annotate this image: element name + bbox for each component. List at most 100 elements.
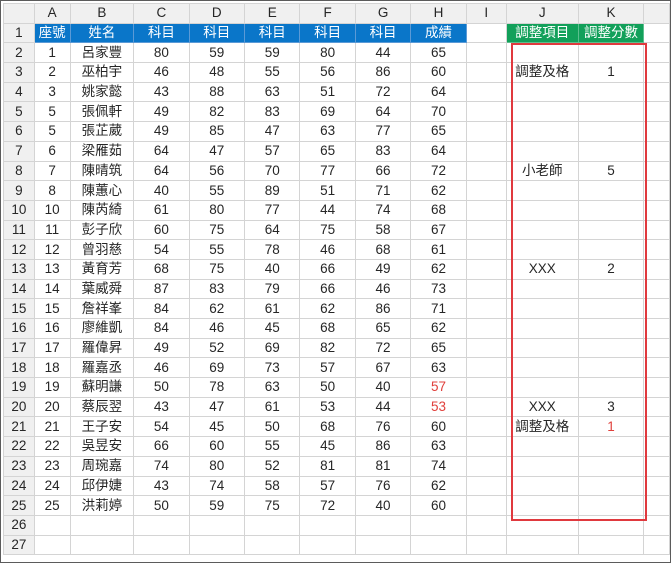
score-cell[interactable]: 69: [244, 337, 301, 359]
select-all-corner[interactable]: [3, 3, 35, 24]
cell[interactable]: [643, 377, 670, 398]
cell[interactable]: [643, 495, 670, 516]
seat-cell[interactable]: 22: [33, 436, 71, 457]
cell[interactable]: [643, 534, 670, 556]
adjust-points-cell[interactable]: [577, 42, 645, 64]
seat-cell[interactable]: 13: [33, 258, 71, 280]
score-cell[interactable]: 63: [244, 81, 301, 103]
name-cell[interactable]: 彭子欣: [69, 219, 135, 241]
name-cell[interactable]: 梁雁茹: [69, 140, 135, 162]
score-cell[interactable]: 85: [188, 121, 246, 142]
adjust-points-cell[interactable]: 1: [577, 416, 645, 438]
row-header[interactable]: 20: [3, 396, 35, 418]
adjust-item-cell[interactable]: 調整及格: [505, 416, 579, 438]
final-score-cell[interactable]: 61: [410, 239, 467, 260]
adjust-item-cell[interactable]: [505, 81, 579, 103]
adjust-item-cell[interactable]: 調整及格: [505, 62, 579, 83]
cell[interactable]: [69, 534, 135, 556]
cell[interactable]: [505, 514, 579, 536]
cell[interactable]: [465, 357, 507, 379]
score-cell[interactable]: 40: [133, 180, 190, 201]
adjust-item-cell[interactable]: [505, 239, 579, 260]
adjust-item-cell[interactable]: [505, 180, 579, 201]
score-cell[interactable]: 44: [354, 42, 412, 64]
score-cell[interactable]: 67: [354, 357, 412, 379]
name-cell[interactable]: 王子安: [69, 416, 135, 438]
score-cell[interactable]: 48: [188, 62, 246, 83]
score-cell[interactable]: 80: [299, 42, 356, 64]
header-subject-cell[interactable]: 科目: [354, 22, 412, 44]
column-header-F[interactable]: F: [299, 3, 356, 24]
cell[interactable]: [133, 534, 190, 556]
score-cell[interactable]: 77: [244, 199, 301, 221]
score-cell[interactable]: 66: [299, 258, 356, 280]
score-cell[interactable]: 87: [133, 278, 190, 300]
score-cell[interactable]: 60: [133, 219, 190, 241]
row-header[interactable]: 9: [3, 180, 35, 201]
score-cell[interactable]: 43: [133, 81, 190, 103]
score-cell[interactable]: 51: [299, 180, 356, 201]
cell[interactable]: [643, 42, 670, 64]
row-header[interactable]: 18: [3, 357, 35, 379]
score-cell[interactable]: 40: [244, 258, 301, 280]
cell[interactable]: [643, 62, 670, 83]
cell[interactable]: [465, 81, 507, 103]
score-cell[interactable]: 58: [244, 475, 301, 497]
score-cell[interactable]: 46: [133, 357, 190, 379]
row-header[interactable]: 6: [3, 121, 35, 142]
adjust-item-cell[interactable]: [505, 298, 579, 319]
score-cell[interactable]: 66: [299, 278, 356, 300]
score-cell[interactable]: 61: [244, 298, 301, 319]
final-score-cell[interactable]: 65: [410, 42, 467, 64]
cell[interactable]: [465, 396, 507, 418]
adjust-points-cell[interactable]: [577, 278, 645, 300]
seat-cell[interactable]: 19: [33, 377, 71, 398]
score-cell[interactable]: 68: [354, 239, 412, 260]
score-cell[interactable]: 74: [188, 475, 246, 497]
final-score-cell[interactable]: 53: [410, 396, 467, 418]
cell[interactable]: [465, 298, 507, 319]
score-cell[interactable]: 55: [244, 62, 301, 83]
header-adjust-item-cell[interactable]: 調整項目: [505, 22, 579, 44]
adjust-points-cell[interactable]: [577, 318, 645, 339]
score-cell[interactable]: 80: [188, 199, 246, 221]
cell[interactable]: [465, 455, 507, 477]
cell[interactable]: [410, 534, 467, 556]
column-header-C[interactable]: C: [133, 3, 190, 24]
score-cell[interactable]: 74: [354, 199, 412, 221]
cell[interactable]: [244, 514, 301, 536]
column-header-I[interactable]: I: [465, 3, 507, 24]
column-header-B[interactable]: B: [69, 3, 135, 24]
score-cell[interactable]: 50: [133, 377, 190, 398]
cell[interactable]: [643, 357, 670, 379]
score-cell[interactable]: 66: [133, 436, 190, 457]
cell[interactable]: [643, 239, 670, 260]
name-cell[interactable]: 詹祥峯: [69, 298, 135, 319]
cell[interactable]: [465, 62, 507, 83]
adjust-item-cell[interactable]: [505, 377, 579, 398]
score-cell[interactable]: 46: [299, 239, 356, 260]
row-header[interactable]: 21: [3, 416, 35, 438]
seat-cell[interactable]: 8: [33, 180, 71, 201]
score-cell[interactable]: 77: [354, 121, 412, 142]
seat-cell[interactable]: 10: [33, 199, 71, 221]
final-score-cell[interactable]: 73: [410, 278, 467, 300]
adjust-item-cell[interactable]: [505, 455, 579, 477]
adjust-points-cell[interactable]: [577, 180, 645, 201]
cell[interactable]: [577, 514, 645, 536]
row-header[interactable]: 27: [3, 534, 35, 556]
score-cell[interactable]: 46: [133, 62, 190, 83]
name-cell[interactable]: 羅偉昇: [69, 337, 135, 359]
adjust-points-cell[interactable]: [577, 121, 645, 142]
score-cell[interactable]: 55: [244, 436, 301, 457]
name-cell[interactable]: 曾羽慈: [69, 239, 135, 260]
score-cell[interactable]: 82: [299, 337, 356, 359]
column-header-K[interactable]: K: [577, 3, 645, 24]
row-header[interactable]: 15: [3, 298, 35, 319]
cell[interactable]: [465, 42, 507, 64]
score-cell[interactable]: 76: [354, 416, 412, 438]
row-header[interactable]: 26: [3, 514, 35, 536]
score-cell[interactable]: 84: [133, 318, 190, 339]
cell[interactable]: [465, 258, 507, 280]
score-cell[interactable]: 45: [299, 436, 356, 457]
